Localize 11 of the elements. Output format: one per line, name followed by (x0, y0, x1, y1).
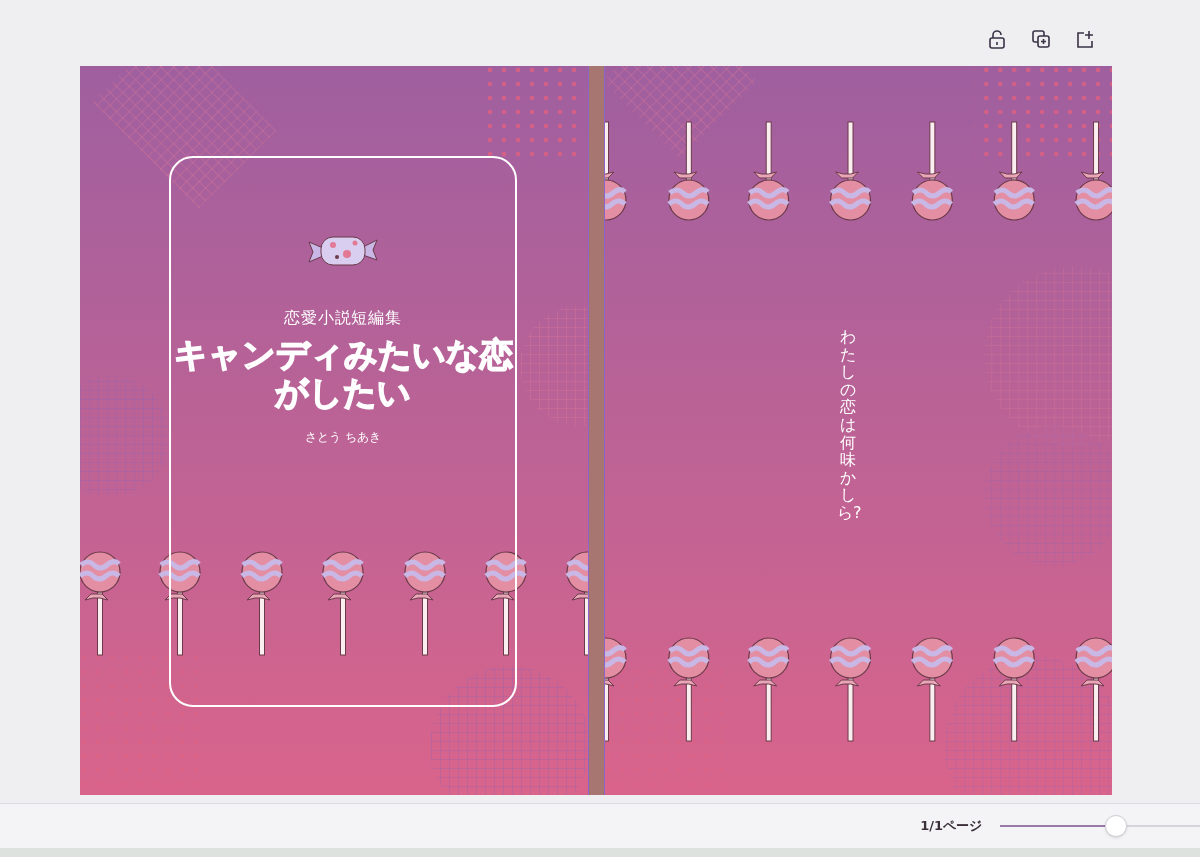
page-indicator: 1/1ページ (920, 817, 982, 836)
add-page-icon[interactable] (1074, 28, 1096, 50)
zoom-slider[interactable] (1000, 814, 1200, 838)
slider-thumb[interactable] (1105, 815, 1127, 837)
duplicate-icon[interactable] (1030, 28, 1052, 50)
tagline: わたしの恋は何味かしら? (837, 328, 860, 522)
series-title: 恋愛小説短編集 (284, 307, 402, 329)
book-title: キャンディみたいな恋がしたい (172, 336, 514, 412)
lock-icon[interactable] (986, 28, 1008, 50)
candy-icon (307, 234, 379, 268)
author-name: さとう ちあき (305, 428, 381, 446)
